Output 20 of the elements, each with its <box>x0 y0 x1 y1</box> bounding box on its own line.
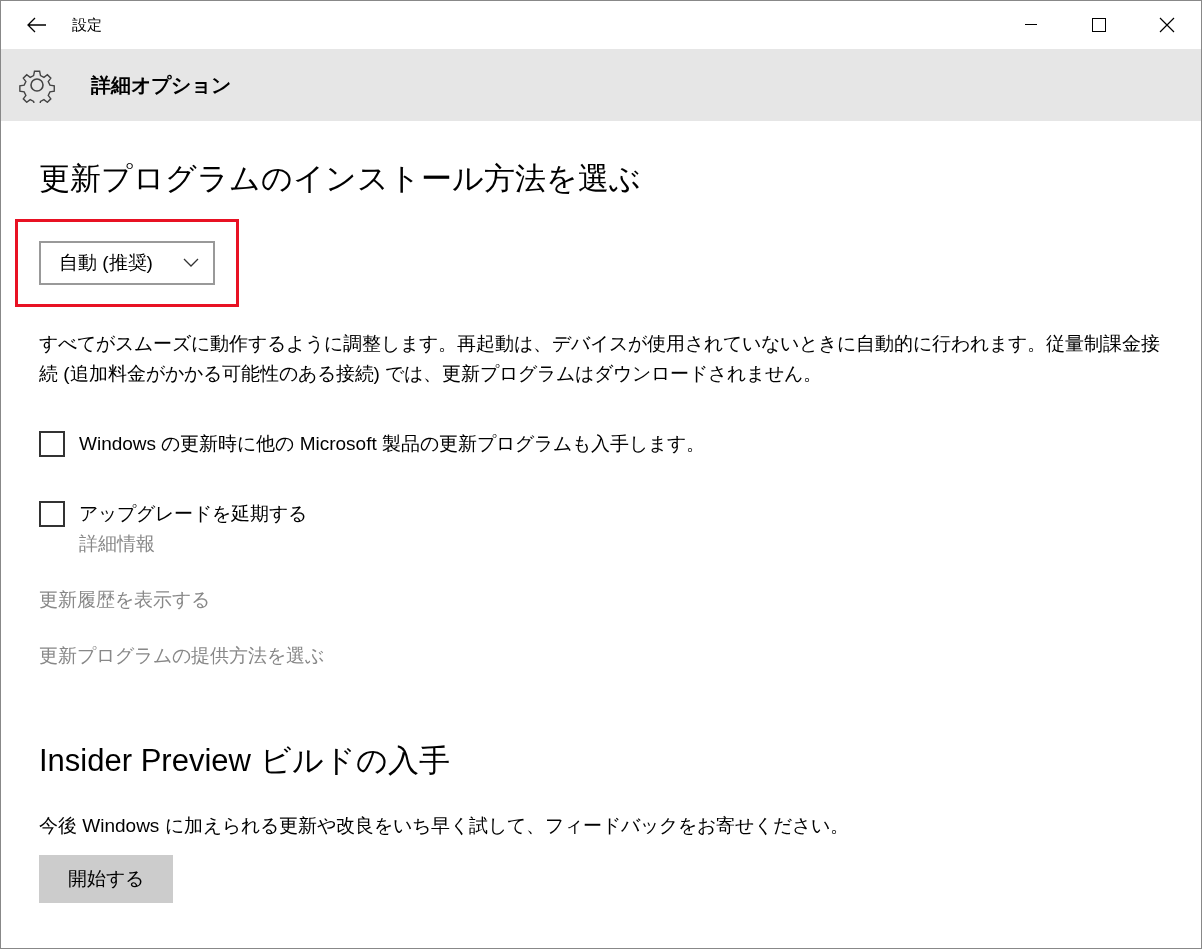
chevron-down-icon <box>183 258 199 268</box>
window-title: 設定 <box>72 15 102 35</box>
back-arrow-icon <box>27 17 47 33</box>
settings-link[interactable]: 更新プログラムの提供方法を選ぶ <box>39 643 324 669</box>
settings-link[interactable]: 更新履歴を表示する <box>39 587 210 613</box>
maximize-icon <box>1092 18 1106 32</box>
description-text: 今後 Windows に加えられる更新や改良をいち早く試して、フィードバックをお寄せください。 <box>39 814 849 838</box>
checkbox-label[interactable]: アップグレードを延期する <box>79 501 307 527</box>
close-icon <box>1159 17 1175 33</box>
minimize-icon <box>1025 24 1037 26</box>
description-text: すべてがスムーズに動作するように調整します。再起動は、デバイスが使用されていないときに自動的に行われます。従量制課金接続 (追加料金がかかる可能性のある接続) では、更新プログラムはダウンロードされません。 <box>39 332 1161 386</box>
start-button[interactable]: 開始する <box>39 855 173 903</box>
install-method-dropdown[interactable]: 自動 (推奨) <box>39 241 215 285</box>
checkbox-label[interactable]: Windows の更新時に他の Microsoft 製品の更新プログラムも入手します。 <box>79 431 705 457</box>
checkbox[interactable] <box>39 501 65 527</box>
section-heading: Insider Preview ビルドの入手 <box>39 742 450 780</box>
page-title: 詳細オプション <box>91 72 231 98</box>
section-heading: 更新プログラムのインストール方法を選ぶ <box>39 160 641 198</box>
checkbox[interactable] <box>39 431 65 457</box>
more-info-link[interactable]: 詳細情報 <box>79 531 307 557</box>
